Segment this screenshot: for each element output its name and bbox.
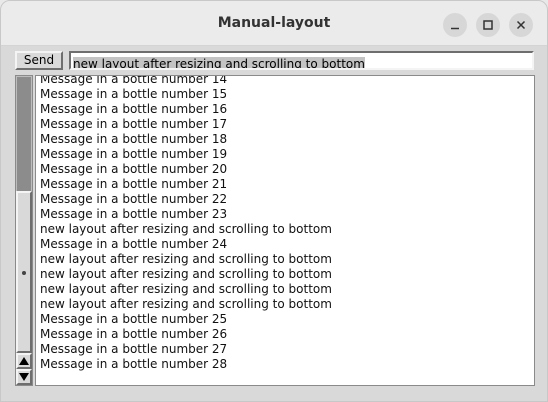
message-line: Message in a bottle number 18: [40, 132, 228, 146]
message-line: Message in a bottle number 25: [40, 312, 228, 326]
message-line: Message in a bottle number 17: [40, 117, 228, 131]
message-line: new layout after resizing and scrolling …: [40, 222, 332, 236]
maximize-icon: [483, 20, 493, 30]
message-line: Message in a bottle number 24: [40, 237, 228, 251]
scroll-down-button[interactable]: [16, 369, 32, 385]
arrow-down-icon: [19, 373, 29, 381]
message-line: Message in a bottle number 19: [40, 147, 228, 161]
minimize-button[interactable]: [443, 13, 467, 37]
scroll-thumb[interactable]: [16, 191, 32, 353]
message-list: Message in a bottle number 14 Message in …: [40, 75, 332, 372]
message-line: new layout after resizing and scrolling …: [40, 252, 332, 266]
message-line: Message in a bottle number 20: [40, 162, 228, 176]
main-content: Send new layout after resizing and scrol…: [9, 47, 539, 391]
send-button[interactable]: Send: [15, 51, 63, 70]
grip-icon: [22, 271, 26, 275]
message-line: new layout after resizing and scrolling …: [40, 297, 332, 311]
app-window: Manual-layout Send new layout after resi…: [0, 0, 548, 402]
message-line: new layout after resizing and scrolling …: [40, 282, 332, 296]
message-line: new layout after resizing and scrolling …: [40, 267, 332, 281]
vertical-scrollbar[interactable]: [15, 75, 33, 386]
message-line: Message in a bottle number 27: [40, 342, 228, 356]
message-line: Message in a bottle number 14: [40, 75, 228, 86]
maximize-button[interactable]: [476, 13, 500, 37]
scroll-trough[interactable]: [17, 77, 31, 191]
message-log[interactable]: Message in a bottle number 14 Message in …: [35, 75, 535, 386]
close-button[interactable]: [509, 13, 533, 37]
message-entry[interactable]: new layout after resizing and scrolling …: [69, 51, 534, 70]
title-bar[interactable]: Manual-layout: [1, 1, 547, 46]
message-line: Message in a bottle number 28: [40, 357, 228, 371]
message-line: Message in a bottle number 23: [40, 207, 228, 221]
message-line: Message in a bottle number 16: [40, 102, 228, 116]
entry-selected-text: new layout after resizing and scrolling …: [73, 57, 365, 70]
message-line: Message in a bottle number 22: [40, 192, 228, 206]
scroll-up-button[interactable]: [16, 353, 32, 369]
minimize-icon: [451, 27, 459, 30]
message-line: Message in a bottle number 15: [40, 87, 228, 101]
message-line: Message in a bottle number 21: [40, 177, 228, 191]
close-icon: [516, 20, 526, 30]
message-line: Message in a bottle number 26: [40, 327, 228, 341]
arrow-up-icon: [19, 357, 29, 365]
